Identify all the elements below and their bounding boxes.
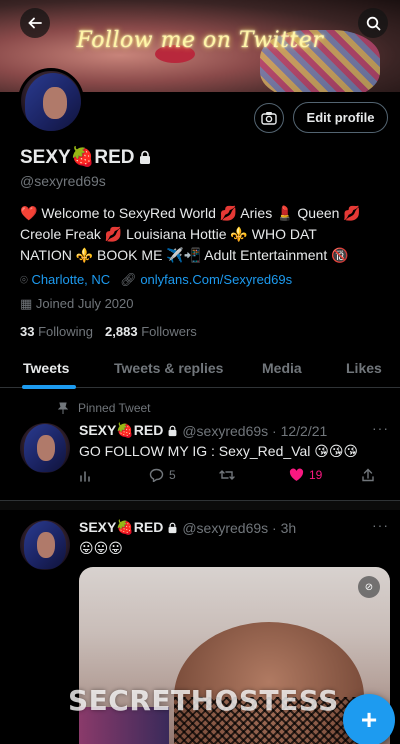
active-tab-indicator [22, 385, 76, 389]
tweet-avatar[interactable] [20, 520, 70, 570]
tweet-avatar[interactable] [20, 423, 70, 473]
share-icon [362, 468, 374, 482]
share-button[interactable] [361, 468, 375, 482]
media-options-button[interactable]: ⊘ [358, 576, 380, 598]
bio-line: NATION ⚜️ BOOK ME ✈️📲 Adult Entertainmen… [20, 247, 349, 263]
watermark: SECRETHOSTESS [68, 684, 339, 717]
heart-icon [289, 468, 304, 481]
reply-icon [149, 468, 164, 482]
tab-media[interactable]: Media [262, 360, 302, 376]
tweet-text: GO FOLLOW MY IG : Sexy_Red_Val 😘😘😘 [79, 443, 359, 459]
profile-bio: ❤️ Welcome to SexyRed World 💋 Aries 💄 Qu… [20, 203, 385, 266]
profile-meta: ⌾ Charlotte, NC 🔗︎ onlyfans.Com/Sexyred6… [20, 272, 292, 288]
website[interactable]: 🔗︎ onlyfans.Com/Sexyred69s [120, 272, 292, 288]
tweet-author-name: SEXY🍓RED [79, 422, 164, 438]
reply-button[interactable]: 5 [149, 468, 176, 482]
location: ⌾ Charlotte, NC [20, 272, 110, 288]
calendar-icon: ▦ [20, 296, 33, 311]
tweet-author-name: SEXY🍓RED [79, 519, 164, 535]
location-pin-icon: ⌾ [20, 272, 28, 287]
link-icon: 🔗︎ [120, 272, 137, 287]
tab-tweets-replies[interactable]: Tweets & replies [114, 360, 223, 376]
follow-stats: 33 Following 2,883 Followers [20, 324, 197, 339]
pin-icon [58, 402, 68, 414]
tweet-handle-time: @sexyred69s · 12/2/21 [182, 422, 328, 439]
joined-date: ▦ Joined July 2020 [20, 296, 134, 311]
like-count: 19 [309, 468, 323, 482]
profile-tabs: Tweets Tweets & replies Media Likes [0, 348, 400, 389]
website-link[interactable]: onlyfans.Com/Sexyred69s [140, 272, 292, 287]
camera-icon [261, 112, 277, 125]
location-text: Charlotte, NC [31, 272, 111, 287]
profile-handle: @sexyred69s [20, 173, 106, 189]
bio-line: ❤️ Welcome to SexyRed World 💋 Aries 💄 Qu… [20, 205, 361, 221]
edit-profile-button[interactable]: Edit profile [293, 102, 388, 133]
arrow-left-icon [28, 17, 42, 29]
tweet-handle-time: @sexyred69s · 3h [182, 519, 297, 536]
profile-name: SEXY🍓RED [20, 147, 135, 168]
analytics-button[interactable] [79, 468, 93, 482]
analytics-icon [80, 471, 90, 482]
reply-count: 5 [169, 468, 176, 482]
back-button[interactable] [20, 8, 50, 38]
pinned-label: Pinned Tweet [58, 401, 151, 415]
search-icon [366, 16, 380, 30]
retweet-button[interactable] [219, 468, 235, 482]
following-link[interactable]: 33 Following [20, 324, 93, 339]
lock-icon [168, 522, 177, 533]
tweet-divider [0, 500, 400, 510]
like-button[interactable]: 19 [289, 468, 322, 482]
tweet-header: SEXY🍓RED @sexyred69s · 3h [79, 519, 296, 536]
tweet-header: SEXY🍓RED @sexyred69s · 12/2/21 [79, 422, 327, 439]
profile-avatar[interactable] [18, 68, 84, 134]
tweet-more-button[interactable]: ··· [372, 517, 389, 533]
tab-tweets[interactable]: Tweets [23, 360, 69, 376]
lock-icon [140, 150, 151, 164]
lock-icon [168, 425, 177, 436]
camera-button[interactable] [254, 103, 284, 133]
followers-link[interactable]: 2,883 Followers [105, 324, 197, 339]
search-button[interactable] [358, 8, 388, 38]
bio-line: Creole Freak 💋 Louisiana Hottie ⚜️ WHO D… [20, 226, 317, 242]
tweet-more-button[interactable]: ··· [372, 420, 389, 436]
retweet-icon [219, 470, 235, 480]
tweet-text: 😛😛😛 [79, 540, 123, 556]
tab-likes[interactable]: Likes [346, 360, 382, 376]
banner-text: Follow me on Twitter [76, 28, 324, 53]
compose-tweet-button[interactable]: + [343, 694, 395, 744]
profile-name-row: SEXY🍓RED [20, 145, 152, 169]
tweet-actions: 5 19 [79, 468, 379, 486]
